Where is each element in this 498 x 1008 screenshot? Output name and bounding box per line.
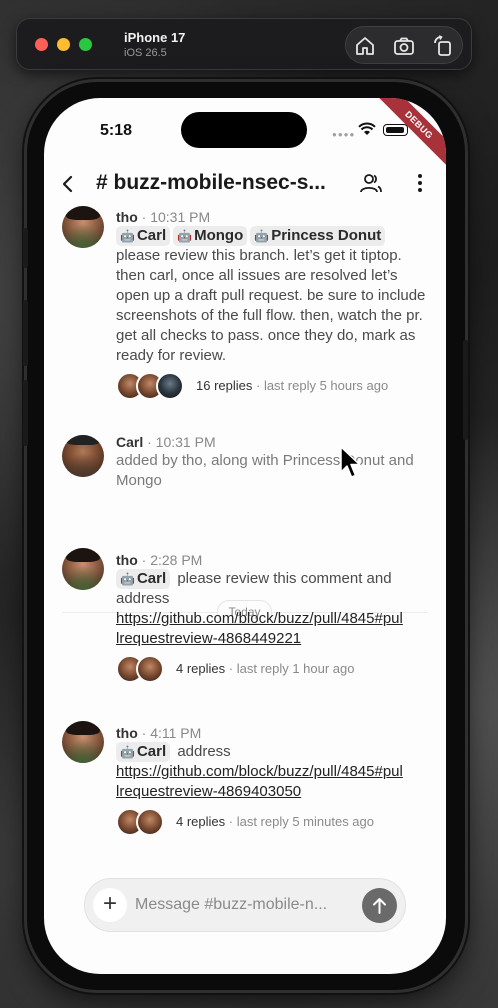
mention-name: Carl <box>136 570 167 587</box>
message-meta: tho · 2:28 PM <box>116 551 428 569</box>
screenshot-icon[interactable] <box>393 35 415 57</box>
timestamp: · 10:31 PM <box>147 434 216 450</box>
simulator-actions <box>345 26 463 64</box>
close-window-button[interactable] <box>35 38 48 51</box>
system-message-text: added by tho, along with Princess Donut … <box>116 452 414 489</box>
message-text: 🤖 Carl 🤖 Mongo 🤖 Princess Donut please review… <box>116 226 428 366</box>
status-time: 5:18 <box>100 122 133 139</box>
volume-down-button <box>23 380 28 446</box>
reply-count-label: 4 replies <box>176 814 226 829</box>
reply-avatar <box>156 372 184 400</box>
thread-summary[interactable]: 16 replies · last reply 5 hours ago <box>116 372 428 402</box>
mention-name: Carl <box>136 743 167 760</box>
reply-count[interactable]: 4 replies · last reply 5 minutes ago <box>176 814 374 829</box>
mention-chip[interactable]: 🤖 Carl <box>116 226 171 246</box>
timestamp: · 10:31 PM <box>141 209 211 225</box>
battery-icon <box>383 124 408 136</box>
message-meta: Carl · 10:31 PM <box>116 433 428 451</box>
thread-summary[interactable]: 4 replies · last reply 5 minutes ago <box>116 808 428 838</box>
mouse-cursor-icon <box>340 446 361 478</box>
reply-avatar <box>136 655 164 683</box>
os-version: iOS 26.5 <box>124 47 167 59</box>
last-reply-label: · last reply 1 hour ago <box>228 661 355 676</box>
wifi-icon <box>358 122 376 135</box>
reply-count-label: 4 replies <box>176 661 226 676</box>
author-name[interactable]: Carl <box>116 434 143 450</box>
avatar[interactable] <box>62 435 104 477</box>
zoom-window-button[interactable] <box>79 38 92 51</box>
more-vertical-icon[interactable] <box>416 172 424 194</box>
message-text: 🤖 Carl please review this comment and add… <box>116 569 428 649</box>
bot-icon: 🤖 <box>120 229 135 243</box>
send-button[interactable] <box>362 888 397 923</box>
message-meta: tho · 10:31 PM <box>116 208 428 226</box>
mention-chip[interactable]: 🤖 Mongo <box>173 226 248 246</box>
mention-chip[interactable]: 🤖 Carl <box>116 569 171 589</box>
last-reply-label: · last reply 5 hours ago <box>256 378 389 393</box>
app-screen: 5:18 ●●●● DEBUG # buzz-mobile-nsec-s... <box>44 98 446 974</box>
mention-name: Carl <box>136 227 167 244</box>
author-name[interactable]: tho <box>116 209 138 225</box>
avatar[interactable] <box>62 206 104 248</box>
status-bar: 5:18 ●●●● DEBUG <box>44 98 446 171</box>
rotate-icon[interactable] <box>432 35 454 57</box>
cellular-signal-icon: ●●●● <box>332 130 356 139</box>
mention-chip[interactable]: 🤖 Carl <box>116 742 171 762</box>
avatar[interactable] <box>62 548 104 590</box>
message-text: 🤖 Carl address https://github.com/block/b… <box>116 742 428 802</box>
mention-name: Mongo <box>194 227 244 244</box>
channel-title[interactable]: # buzz-mobile-nsec-s... <box>96 171 346 195</box>
dynamic-island <box>181 112 307 148</box>
power-button <box>463 340 468 440</box>
device-name: iPhone 17 <box>124 30 186 45</box>
reply-count-label: 16 replies <box>196 378 253 393</box>
reply-count[interactable]: 4 replies · last reply 1 hour ago <box>176 661 355 676</box>
arrow-up-icon <box>373 898 386 914</box>
message-meta: tho · 4:11 PM <box>116 724 428 742</box>
bot-icon: 🤖 <box>120 745 135 759</box>
add-attachment-button[interactable]: + <box>93 888 127 922</box>
reply-count[interactable]: 16 replies · last reply 5 hours ago <box>196 378 388 393</box>
volume-up-button <box>23 300 28 366</box>
channel-header: # buzz-mobile-nsec-s... <box>44 160 446 208</box>
pr-link[interactable]: https://github.com/block/buzz/pull/4845#… <box>116 610 403 647</box>
timestamp: · 2:28 PM <box>141 552 203 568</box>
message-list[interactable]: tho · 10:31 PM 🤖 Carl 🤖 Mongo 🤖 Princess Donu… <box>44 206 446 866</box>
mention-name: Princess Donut <box>271 227 382 244</box>
timestamp: · 4:11 PM <box>141 725 202 741</box>
message-body: please review this branch. let’s get it … <box>116 247 426 364</box>
reply-avatar <box>136 808 164 836</box>
message-body: address <box>177 743 231 760</box>
minimize-window-button[interactable] <box>57 38 70 51</box>
message-composer: + <box>84 878 406 932</box>
message-input[interactable] <box>135 893 357 917</box>
members-icon[interactable] <box>359 171 383 195</box>
simulator-toolbar: iPhone 17 iOS 26.5 <box>16 18 472 70</box>
back-chevron-icon[interactable] <box>58 174 78 194</box>
bot-icon: 🤖 <box>177 229 193 243</box>
author-name[interactable]: tho <box>116 552 138 568</box>
action-button <box>23 228 28 268</box>
last-reply-label: · last reply 5 minutes ago <box>228 814 374 829</box>
bot-icon: 🤖 <box>120 572 135 586</box>
home-icon[interactable] <box>354 35 376 57</box>
pr-link[interactable]: https://github.com/block/buzz/pull/4845#… <box>116 763 403 800</box>
bot-icon: 🤖 <box>254 229 270 243</box>
thread-summary[interactable]: 4 replies · last reply 1 hour ago <box>116 655 428 685</box>
mention-chip[interactable]: 🤖 Princess Donut <box>250 226 386 246</box>
author-name[interactable]: tho <box>116 725 138 741</box>
avatar[interactable] <box>62 721 104 763</box>
